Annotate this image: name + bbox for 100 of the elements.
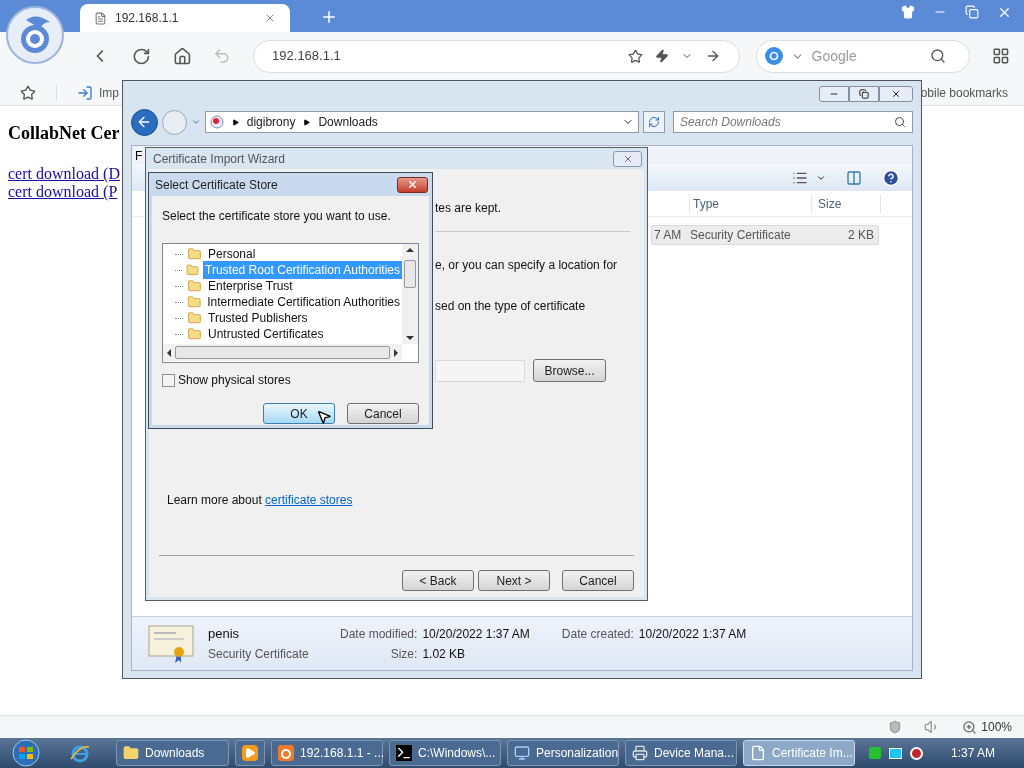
cert-download-link[interactable]: cert download (P xyxy=(8,183,118,201)
restore-icon[interactable] xyxy=(965,5,979,19)
maximize-button[interactable] xyxy=(849,86,879,102)
close-icon xyxy=(891,89,901,99)
file-type: Security Certificate xyxy=(208,646,310,664)
reload-icon[interactable] xyxy=(131,46,151,66)
menu-item[interactable]: F xyxy=(135,146,143,165)
browse-button[interactable]: Browse... xyxy=(533,359,606,382)
table-cell-text: 2 KB xyxy=(847,227,875,244)
monitor-icon xyxy=(514,745,530,761)
shield-icon[interactable] xyxy=(888,720,903,734)
close-icon[interactable] xyxy=(997,5,1012,20)
folder-icon xyxy=(185,263,199,277)
console-icon xyxy=(396,745,412,761)
taskbar-button[interactable] xyxy=(235,740,265,766)
store-item[interactable]: Intermediate Certification Authorities xyxy=(205,293,402,311)
zoom-icon[interactable] xyxy=(962,719,978,735)
dialog-title: Select Certificate Store xyxy=(155,176,279,194)
store-item[interactable]: Untrusted Certificates xyxy=(206,325,326,343)
page-icon xyxy=(94,11,107,25)
view-icon[interactable] xyxy=(792,170,808,186)
display-icon[interactable] xyxy=(889,747,902,759)
folder-icon xyxy=(187,311,202,325)
table-cell-text: Security Certificate xyxy=(690,227,792,244)
taskbar-button[interactable]: Device Mana... xyxy=(625,740,737,766)
speaker-icon[interactable] xyxy=(910,746,923,760)
browser-logo-icon xyxy=(278,745,294,761)
address-bar[interactable]: 192.168.1.1 xyxy=(253,39,740,73)
file-name: penis xyxy=(208,624,241,643)
store-item[interactable]: Personal xyxy=(206,245,258,263)
taskbar-button[interactable]: Personalization xyxy=(507,740,619,766)
file-row[interactable]: 7 AM Security Certificate 2 KB xyxy=(651,225,879,245)
bookmark-link[interactable]: Imp xyxy=(77,83,119,102)
search-field[interactable]: Google xyxy=(755,39,971,73)
taskbar-button[interactable]: 192.168.1.1 - ... xyxy=(271,740,383,766)
help-icon[interactable] xyxy=(882,169,900,187)
dialog-title: Certificate Import Wizard xyxy=(153,150,287,168)
lightning-icon[interactable] xyxy=(654,49,669,63)
breadcrumb-item[interactable]: digibrony xyxy=(246,113,296,131)
zoom-level[interactable]: 100% xyxy=(981,718,1012,736)
vertical-scrollbar[interactable] xyxy=(402,244,418,344)
horizontal-scrollbar[interactable] xyxy=(163,344,402,361)
column-header[interactable]: Type xyxy=(689,194,811,213)
search-icon[interactable] xyxy=(929,48,946,64)
search-engine-icon[interactable] xyxy=(764,47,783,65)
close-tab-icon[interactable] xyxy=(264,12,276,24)
back-button[interactable] xyxy=(131,108,158,136)
store-field[interactable] xyxy=(435,359,525,382)
bookmark-star-icon[interactable] xyxy=(627,48,643,64)
certificate-icon xyxy=(148,623,194,664)
chevron-right-icon[interactable] xyxy=(231,118,239,126)
view-caret-icon[interactable] xyxy=(816,173,826,183)
browser-tab[interactable]: 192.168.1.1 xyxy=(80,4,290,32)
taskbar-button[interactable]: C:\Windows\... xyxy=(389,740,501,766)
refresh-button[interactable] xyxy=(643,111,665,133)
instruction-text: tes are kept. xyxy=(435,201,502,215)
history-caret-icon[interactable] xyxy=(190,117,201,127)
shirt-icon[interactable] xyxy=(901,5,915,19)
cancel-button[interactable]: Cancel xyxy=(562,570,634,591)
page-heading: CollabNet Cer xyxy=(8,122,120,145)
apps-icon[interactable] xyxy=(992,47,1010,65)
home-icon[interactable] xyxy=(172,46,192,66)
checkbox[interactable] xyxy=(162,373,175,387)
mobile-bookmarks-link[interactable]: obile bookmarks xyxy=(920,83,1008,102)
address-text: 192.168.1.1 xyxy=(272,47,342,66)
chevron-right-icon[interactable] xyxy=(303,118,311,126)
column-header[interactable]: Size xyxy=(811,194,881,213)
preview-pane-icon[interactable] xyxy=(846,170,862,186)
instruction-text: e, or you can specify a location for xyxy=(435,257,619,274)
address-bar[interactable]: digibrony Downloads xyxy=(204,111,639,133)
learn-more-text: Learn more about certificate stores xyxy=(166,492,354,509)
next-button[interactable]: Next > xyxy=(478,570,550,591)
bookmarks-star-icon[interactable] xyxy=(20,84,36,101)
search-input[interactable]: Google xyxy=(811,45,922,67)
cancel-button[interactable]: Cancel xyxy=(347,403,419,424)
location-icon xyxy=(209,115,224,129)
back-button[interactable]: < Back xyxy=(402,570,474,591)
certificate-stores-link[interactable]: certificate stores xyxy=(265,493,353,507)
search-input[interactable]: Search Downloads xyxy=(679,113,894,131)
detail-label: Size: xyxy=(389,645,418,663)
search-box[interactable]: Search Downloads xyxy=(672,111,913,133)
detail-value: 10/20/2022 1:37 AM xyxy=(638,626,747,643)
taskbar-button[interactable]: Downloads xyxy=(116,740,229,766)
cert-download-link[interactable]: cert download (D xyxy=(8,165,120,183)
folder-icon xyxy=(187,247,202,261)
ok-button[interactable]: OK xyxy=(263,403,335,424)
store-item[interactable]: Enterprise Trust xyxy=(206,277,295,295)
play-icon xyxy=(242,745,258,761)
close-button[interactable] xyxy=(879,86,913,102)
table-cell-text: 7 AM xyxy=(653,227,683,244)
browser-e-icon[interactable] xyxy=(70,743,90,763)
printer-icon xyxy=(632,745,648,761)
store-item[interactable]: Trusted Publishers xyxy=(206,309,310,327)
clock[interactable]: 1:37 AM xyxy=(951,744,996,762)
close-button[interactable] xyxy=(397,176,428,193)
new-tab-icon[interactable] xyxy=(320,8,338,26)
search-icon[interactable] xyxy=(894,116,906,128)
detail-label: Date created: xyxy=(561,626,634,643)
maximize-icon xyxy=(859,89,869,99)
breadcrumb-item[interactable]: Downloads xyxy=(318,113,378,131)
